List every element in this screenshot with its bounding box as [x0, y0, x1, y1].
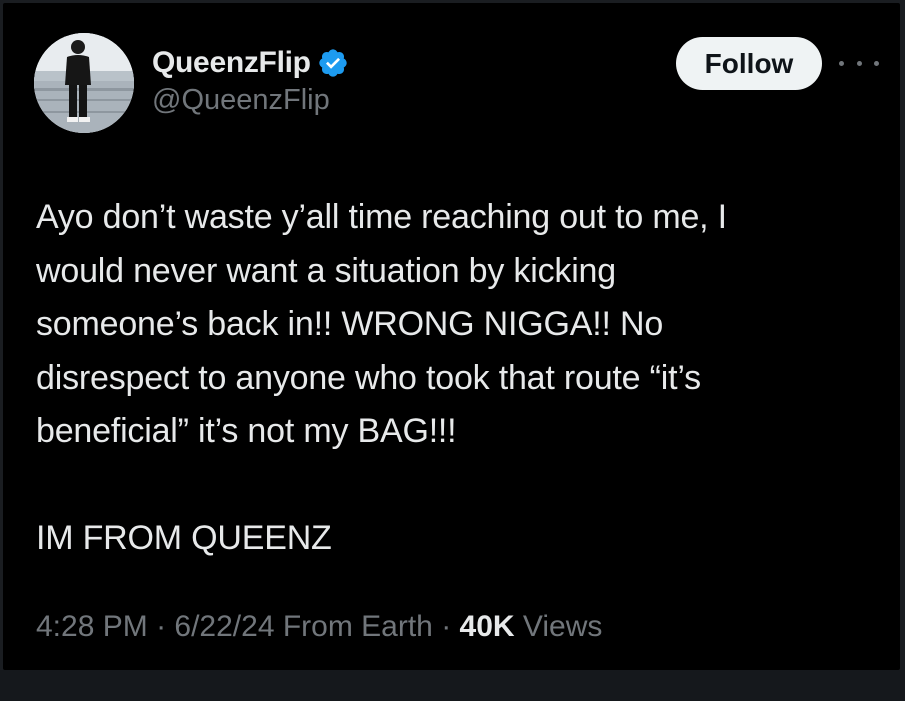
tweet-line: disrespect to anyone who took that route…: [36, 358, 701, 397]
tweet-meta: 4:28 PM · 6/22/24 From Earth · 40K Views: [36, 610, 602, 644]
follow-button[interactable]: Follow: [676, 37, 822, 90]
tweet-date[interactable]: 6/22/24: [174, 610, 274, 643]
meta-separator: ·: [432, 610, 460, 643]
tweet-card: QueenzFlip @QueenzFlip Follow Ayo don’t …: [3, 3, 900, 670]
tweet-line: Ayo don’t waste y’all time reaching out …: [36, 198, 727, 236]
dot: [856, 60, 862, 66]
user-info: QueenzFlip @QueenzFlip: [152, 43, 349, 117]
tweet-location: From Earth: [274, 610, 433, 643]
bottom-strip: [0, 670, 905, 701]
display-name[interactable]: QueenzFlip: [152, 46, 311, 80]
avatar[interactable]: [34, 33, 134, 133]
user-handle[interactable]: @QueenzFlip: [152, 84, 349, 117]
tweet-time[interactable]: 4:28 PM: [36, 610, 148, 643]
tweet-text: Ayo don’t waste y’all time reaching out …: [36, 191, 866, 566]
views-label: Views: [514, 610, 603, 643]
views-count[interactable]: 40K: [460, 610, 515, 643]
more-horizontal-icon[interactable]: [839, 53, 879, 73]
dot: [874, 60, 879, 66]
tweet-line: would never want a situation by kicking: [36, 251, 616, 290]
display-name-row: QueenzFlip: [152, 43, 349, 83]
tweet-line: beneficial” it’s not my BAG!!!: [36, 412, 457, 450]
dot: [839, 60, 844, 66]
verified-badge-icon: [317, 47, 349, 79]
profile-photo: [34, 33, 134, 133]
meta-separator: ·: [147, 610, 175, 643]
tweet-closing-line: IM FROM QUEENZ: [36, 519, 332, 557]
tweet-line: someone’s back in!! WRONG NIGGA!! No: [36, 305, 664, 343]
paragraph-break: [36, 459, 866, 513]
